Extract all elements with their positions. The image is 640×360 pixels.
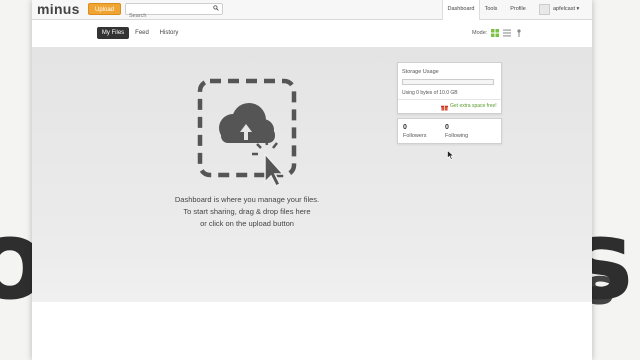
tab-history[interactable]: History [156, 27, 182, 39]
dropzone-line-1: Dashboard is where you manage your files… [174, 195, 320, 204]
nav-dashboard[interactable]: Dashboard [442, 0, 480, 20]
dashboard-dropzone[interactable]: Dashboard is where you manage your files… [32, 47, 592, 302]
followers-label[interactable]: Followers [403, 133, 427, 139]
extra-space-link[interactable]: Get extra space free! [450, 103, 497, 109]
sub-navbar: My Files Feed History Mode: [32, 20, 592, 48]
top-navbar: minus Upload Dashboard Tools Profile apf… [32, 0, 592, 21]
following-label[interactable]: Following [445, 133, 468, 139]
tab-feed[interactable]: Feed [133, 27, 151, 39]
username: apfelcast [553, 6, 576, 12]
nav-tools[interactable]: Tools [480, 0, 502, 19]
storage-usage-card: Storage Usage Using 0 bytes of 10.0 GB G… [397, 62, 502, 114]
nav-profile[interactable]: Profile [506, 0, 530, 19]
search-box [125, 3, 223, 21]
upload-button[interactable]: Upload [88, 3, 121, 15]
chevron-down-icon: ▾ [576, 6, 580, 12]
storage-usage-text: Using 0 bytes of 10.0 GB [402, 90, 458, 96]
cloud-upload-icon [197, 78, 297, 188]
social-stats-card: 0 Followers 0 Following [397, 118, 502, 144]
gift-icon [441, 105, 448, 111]
list-icon[interactable] [503, 29, 511, 37]
page-footer [32, 302, 592, 360]
dropzone-line-3: or click on the upload button [200, 219, 294, 228]
browser-window: minus Upload Dashboard Tools Profile apf… [32, 0, 592, 360]
dropzone-line-2: To start sharing, drag & drop files here [183, 207, 311, 216]
grid-icon[interactable] [491, 29, 499, 37]
tab-my-files[interactable]: My Files [97, 27, 129, 39]
avatar[interactable] [539, 4, 550, 15]
mouse-cursor-icon [447, 150, 454, 160]
storage-progress-bar [402, 79, 494, 85]
followers-count[interactable]: 0 [403, 124, 407, 131]
minus-logo[interactable]: minus [37, 1, 80, 17]
pin-icon[interactable] [515, 29, 523, 37]
search-icon[interactable] [213, 5, 219, 11]
card-divider [398, 99, 501, 100]
storage-title: Storage Usage [402, 69, 439, 75]
following-count[interactable]: 0 [445, 124, 449, 131]
user-menu[interactable]: apfelcast ▾ [553, 0, 579, 19]
mode-label: Mode: [472, 30, 488, 36]
